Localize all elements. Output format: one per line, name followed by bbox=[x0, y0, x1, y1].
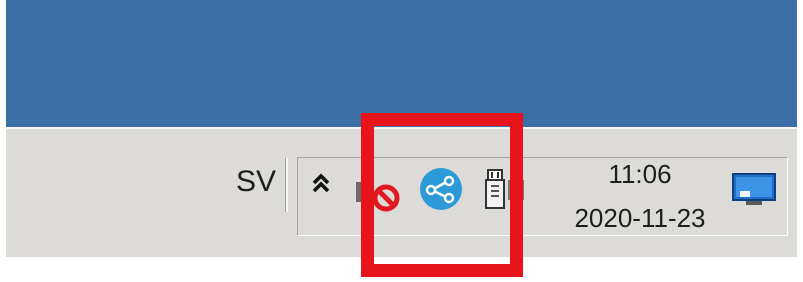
clock-time: 11:06 bbox=[608, 159, 672, 189]
network-share-icon[interactable] bbox=[419, 167, 463, 211]
language-indicator[interactable]: SV bbox=[236, 165, 276, 199]
show-hidden-icons-chevron-icon[interactable] bbox=[310, 168, 332, 198]
desktop-background bbox=[6, 0, 797, 127]
monitor-icon[interactable] bbox=[732, 173, 776, 207]
blocked-sound-icon[interactable] bbox=[356, 176, 400, 216]
tray-separator bbox=[285, 158, 288, 212]
usb-device-icon[interactable] bbox=[480, 166, 528, 214]
system-clock[interactable]: 11:06 2020-11-23 bbox=[555, 150, 725, 238]
clock-date: 2020-11-23 bbox=[574, 203, 706, 233]
